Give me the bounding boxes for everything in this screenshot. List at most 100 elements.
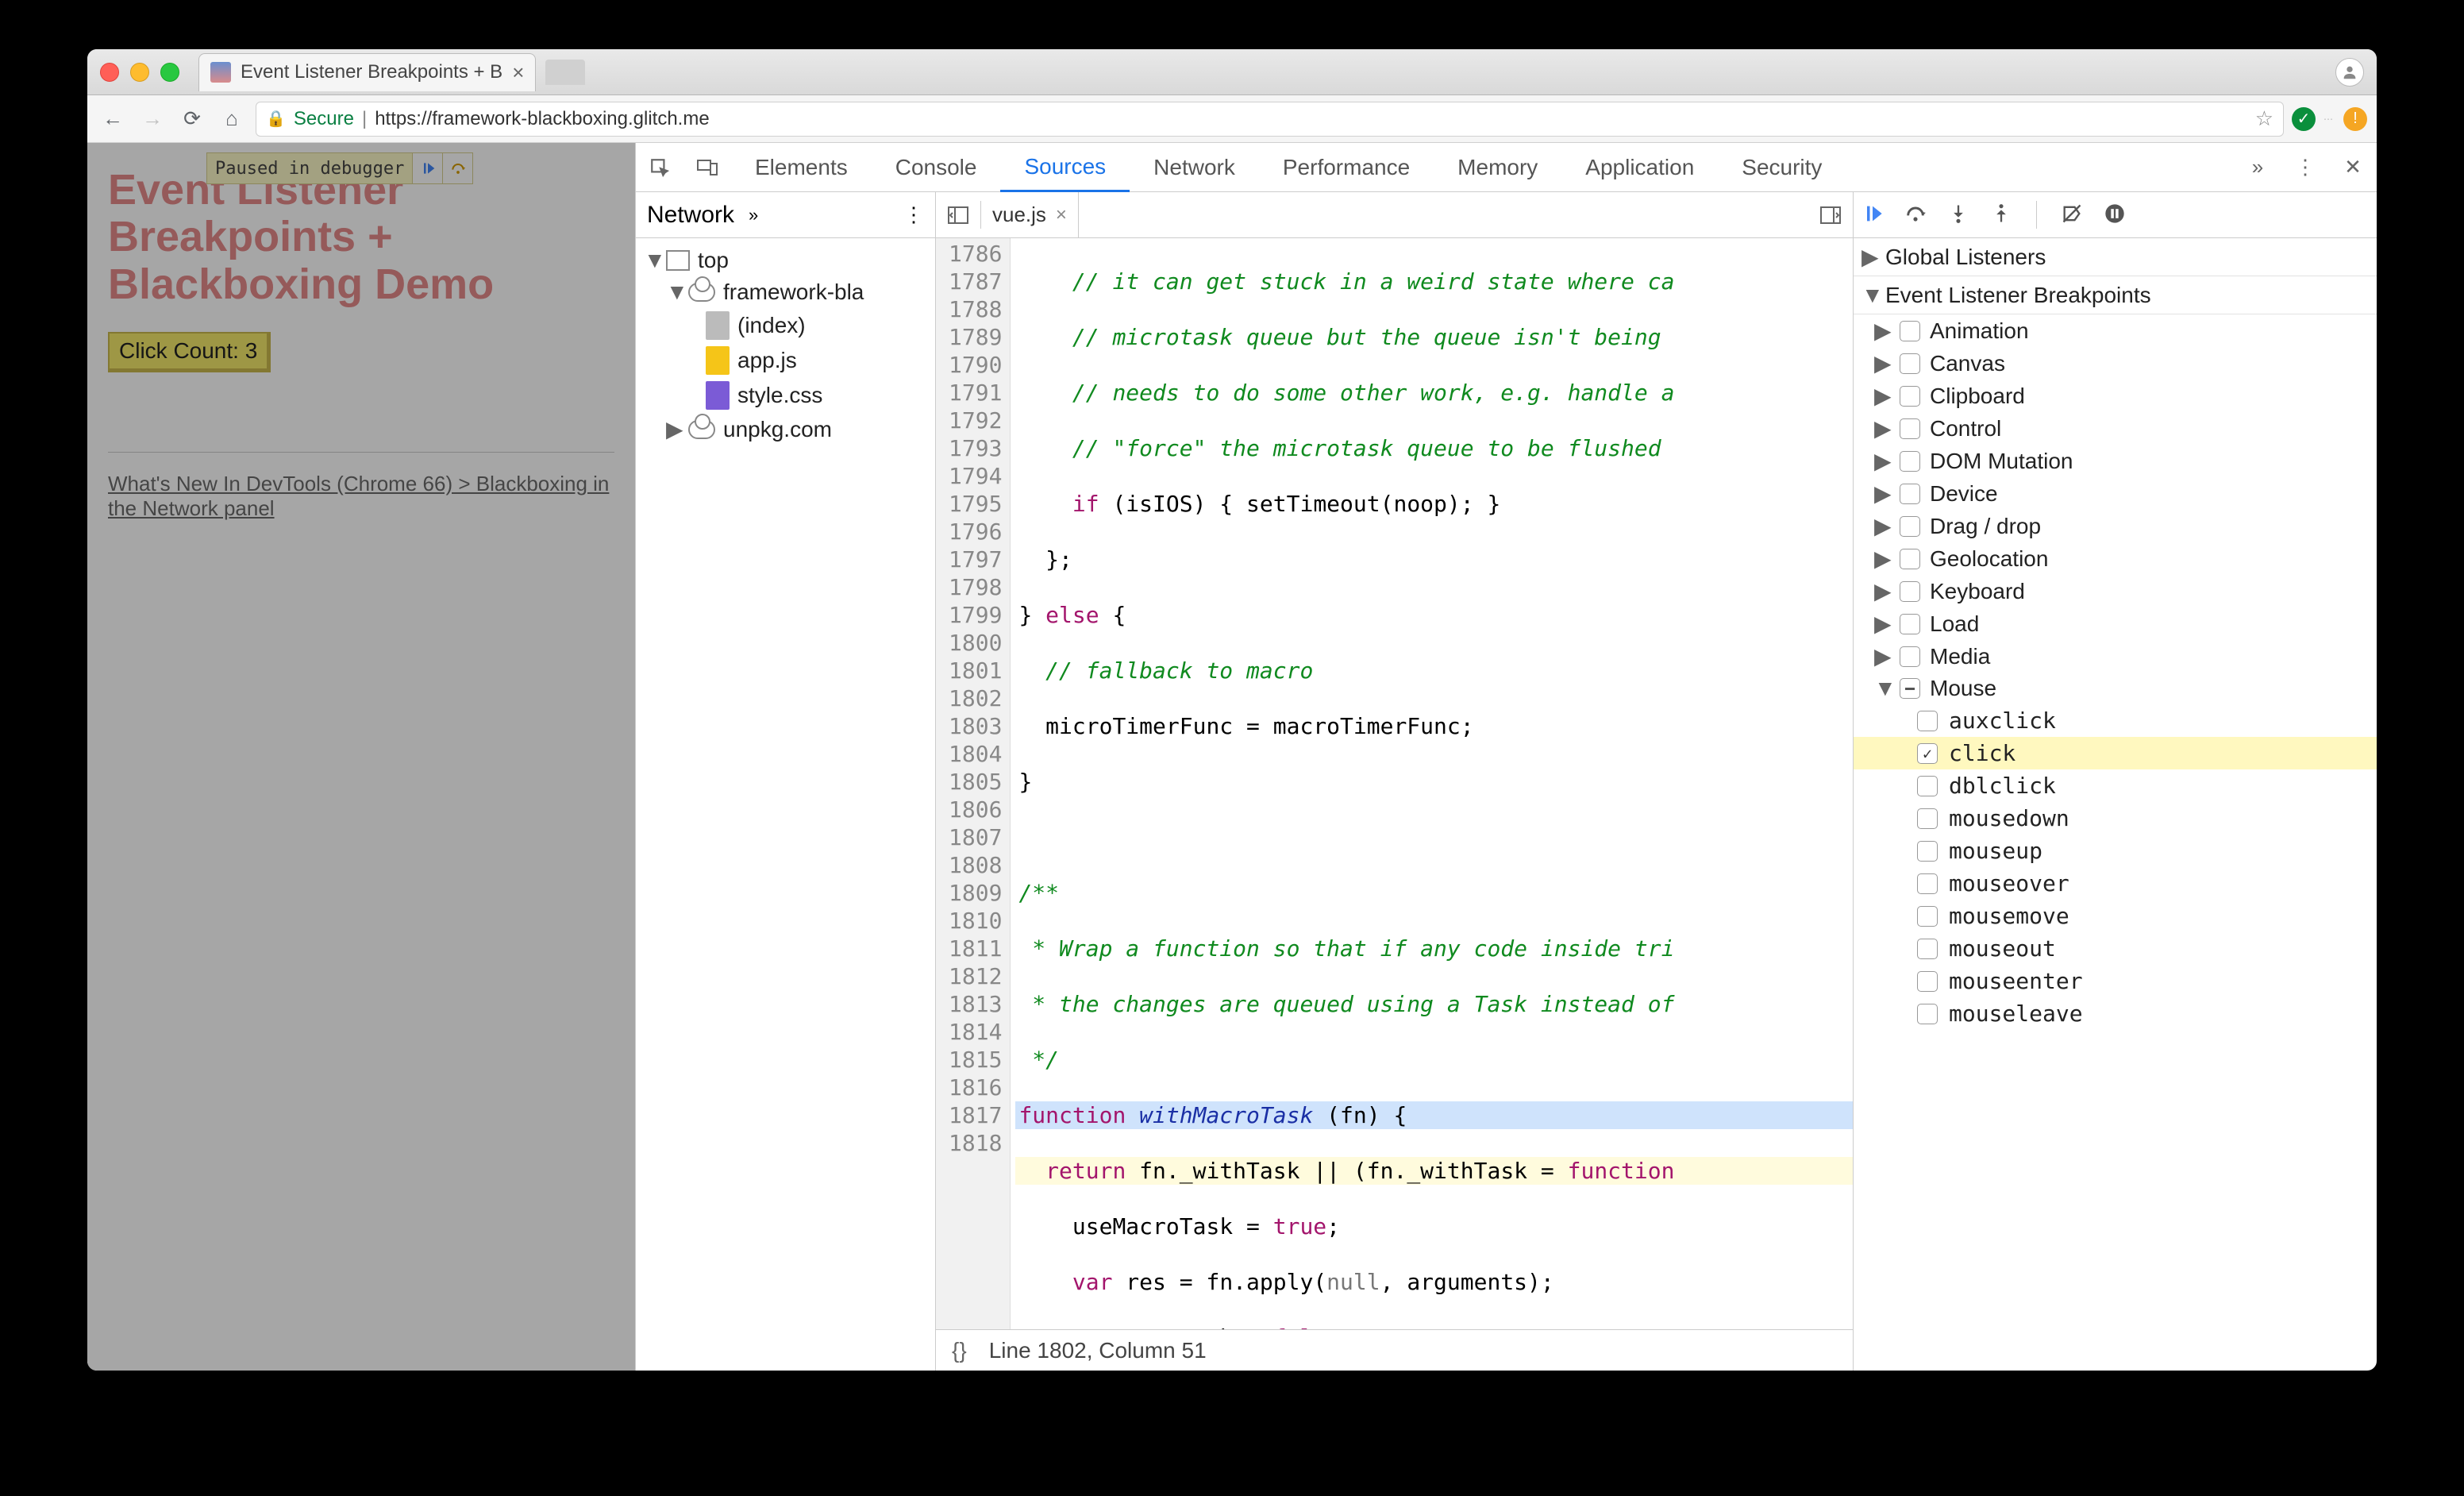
tree-top[interactable]: ▼top [639, 245, 932, 276]
new-tab-button[interactable] [545, 60, 585, 85]
extension-badge-green[interactable]: ✓ [2292, 107, 2316, 131]
checkbox[interactable] [1900, 418, 1920, 439]
checkbox[interactable] [1917, 971, 1938, 992]
checkbox[interactable] [1900, 386, 1920, 407]
event-mousemove[interactable]: mousemove [1854, 900, 2377, 932]
tab-memory[interactable]: Memory [1434, 143, 1561, 191]
tab-sources[interactable]: Sources [1000, 144, 1130, 192]
checkbox[interactable] [1917, 873, 1938, 894]
minimize-window-button[interactable] [130, 63, 149, 82]
close-file-tab-icon[interactable]: × [1056, 204, 1067, 226]
category-canvas[interactable]: ▶Canvas [1854, 347, 2377, 380]
tree-domain[interactable]: ▼framework-bla [639, 276, 932, 308]
whats-new-link[interactable]: What's New In DevTools (Chrome 66) > Bla… [108, 472, 614, 521]
tree-cdn[interactable]: ▶unpkg.com [639, 413, 932, 445]
event-mouseover[interactable]: mouseover [1854, 867, 2377, 900]
checkbox[interactable] [1917, 743, 1938, 764]
event-auxclick[interactable]: auxclick [1854, 704, 2377, 737]
extension-badge-warn[interactable]: ! [2343, 107, 2367, 131]
event-dblclick[interactable]: dblclick [1854, 769, 2377, 802]
more-nav-tabs-icon[interactable]: » [749, 205, 758, 226]
section-global-listeners[interactable]: ▶Global Listeners [1854, 238, 2377, 276]
back-button[interactable]: ← [97, 103, 129, 135]
checkbox[interactable] [1917, 1004, 1938, 1024]
checkbox[interactable] [1917, 939, 1938, 959]
tab-network[interactable]: Network [1130, 143, 1259, 191]
reload-button[interactable]: ⟳ [176, 103, 208, 135]
extension-menu[interactable]: ⋯ [2323, 114, 2335, 125]
event-mouseleave[interactable]: mouseleave [1854, 997, 2377, 1030]
event-mousedown[interactable]: mousedown [1854, 802, 2377, 835]
checkbox[interactable] [1900, 549, 1920, 569]
checkbox[interactable] [1900, 353, 1920, 374]
category-animation[interactable]: ▶Animation [1854, 314, 2377, 347]
category-media[interactable]: ▶Media [1854, 640, 2377, 673]
home-button[interactable]: ⌂ [216, 103, 248, 135]
devtools-menu-icon[interactable]: ⋮ [2281, 155, 2329, 179]
section-event-listener-breakpoints[interactable]: ▼Event Listener Breakpoints [1854, 276, 2377, 314]
event-mouseout[interactable]: mouseout [1854, 932, 2377, 965]
checkbox[interactable] [1917, 841, 1938, 862]
checkbox[interactable] [1900, 321, 1920, 341]
category-load[interactable]: ▶Load [1854, 607, 2377, 640]
toggle-nav-icon[interactable] [936, 206, 980, 224]
close-window-button[interactable] [100, 63, 119, 82]
checkbox[interactable] [1900, 451, 1920, 472]
category-geolocation[interactable]: ▶Geolocation [1854, 542, 2377, 575]
profile-avatar[interactable] [2335, 58, 2364, 87]
maximize-window-button[interactable] [160, 63, 179, 82]
tab-performance[interactable]: Performance [1259, 143, 1434, 191]
checkbox[interactable] [1917, 906, 1938, 927]
pretty-print-icon[interactable]: {} [952, 1338, 967, 1363]
omnibox[interactable]: 🔒 Secure | https://framework-blackboxing… [256, 102, 2284, 137]
navigator-menu-icon[interactable]: ⋮ [903, 202, 924, 227]
checkbox[interactable] [1900, 581, 1920, 602]
file-tab-vuejs[interactable]: vue.js × [981, 192, 1079, 237]
tree-file-appjs[interactable]: app.js [639, 343, 932, 378]
tab-security[interactable]: Security [1718, 143, 1846, 191]
toggle-debugger-icon[interactable] [1808, 206, 1853, 224]
inspect-element-icon[interactable] [636, 157, 683, 178]
checkbox[interactable] [1900, 614, 1920, 634]
tree-file-style[interactable]: style.css [639, 378, 932, 413]
tree-file-index[interactable]: (index) [639, 308, 932, 343]
click-count-button[interactable]: Click Count: 3 [108, 332, 271, 372]
tab-console[interactable]: Console [872, 143, 1001, 191]
pause-exceptions-button[interactable] [2104, 202, 2126, 227]
bookmark-star-icon[interactable]: ☆ [2255, 106, 2273, 131]
forward-button[interactable]: → [137, 103, 168, 135]
category-device[interactable]: ▶Device [1854, 477, 2377, 510]
category-control[interactable]: ▶Control [1854, 412, 2377, 445]
step-into-button[interactable] [1947, 202, 1969, 227]
category-drag-drop[interactable]: ▶Drag / drop [1854, 510, 2377, 542]
device-mode-icon[interactable] [683, 158, 731, 177]
category-dom-mutation[interactable]: ▶DOM Mutation [1854, 445, 2377, 477]
checkbox[interactable] [1900, 484, 1920, 504]
resume-button[interactable] [1861, 202, 1884, 227]
checkbox[interactable] [1917, 776, 1938, 796]
more-tabs-icon[interactable]: » [2234, 155, 2281, 179]
devtools-close-icon[interactable]: ✕ [2329, 155, 2377, 179]
category-mouse[interactable]: ▼Mouse [1854, 673, 2377, 704]
resume-mini-button[interactable] [412, 153, 442, 183]
navigator-tab-label[interactable]: Network [647, 202, 734, 229]
checkbox[interactable] [1900, 646, 1920, 667]
event-mouseenter[interactable]: mouseenter [1854, 965, 2377, 997]
checkbox[interactable] [1900, 678, 1920, 699]
browser-tab[interactable]: Event Listener Breakpoints + B × [198, 53, 536, 91]
tab-elements[interactable]: Elements [731, 143, 872, 191]
step-over-button[interactable] [1904, 202, 1927, 227]
close-tab-icon[interactable]: × [512, 60, 524, 85]
category-clipboard[interactable]: ▶Clipboard [1854, 380, 2377, 412]
step-out-button[interactable] [1990, 202, 2012, 227]
checkbox[interactable] [1900, 516, 1920, 537]
checkbox[interactable] [1917, 711, 1938, 731]
code-area[interactable]: 1786178717881789179017911792179317941795… [936, 238, 1853, 1329]
event-click[interactable]: click [1854, 737, 2377, 769]
tab-application[interactable]: Application [1561, 143, 1718, 191]
event-mouseup[interactable]: mouseup [1854, 835, 2377, 867]
checkbox[interactable] [1917, 808, 1938, 829]
category-keyboard[interactable]: ▶Keyboard [1854, 575, 2377, 607]
stepover-mini-button[interactable] [442, 153, 472, 183]
deactivate-breakpoints-button[interactable] [2061, 202, 2083, 227]
